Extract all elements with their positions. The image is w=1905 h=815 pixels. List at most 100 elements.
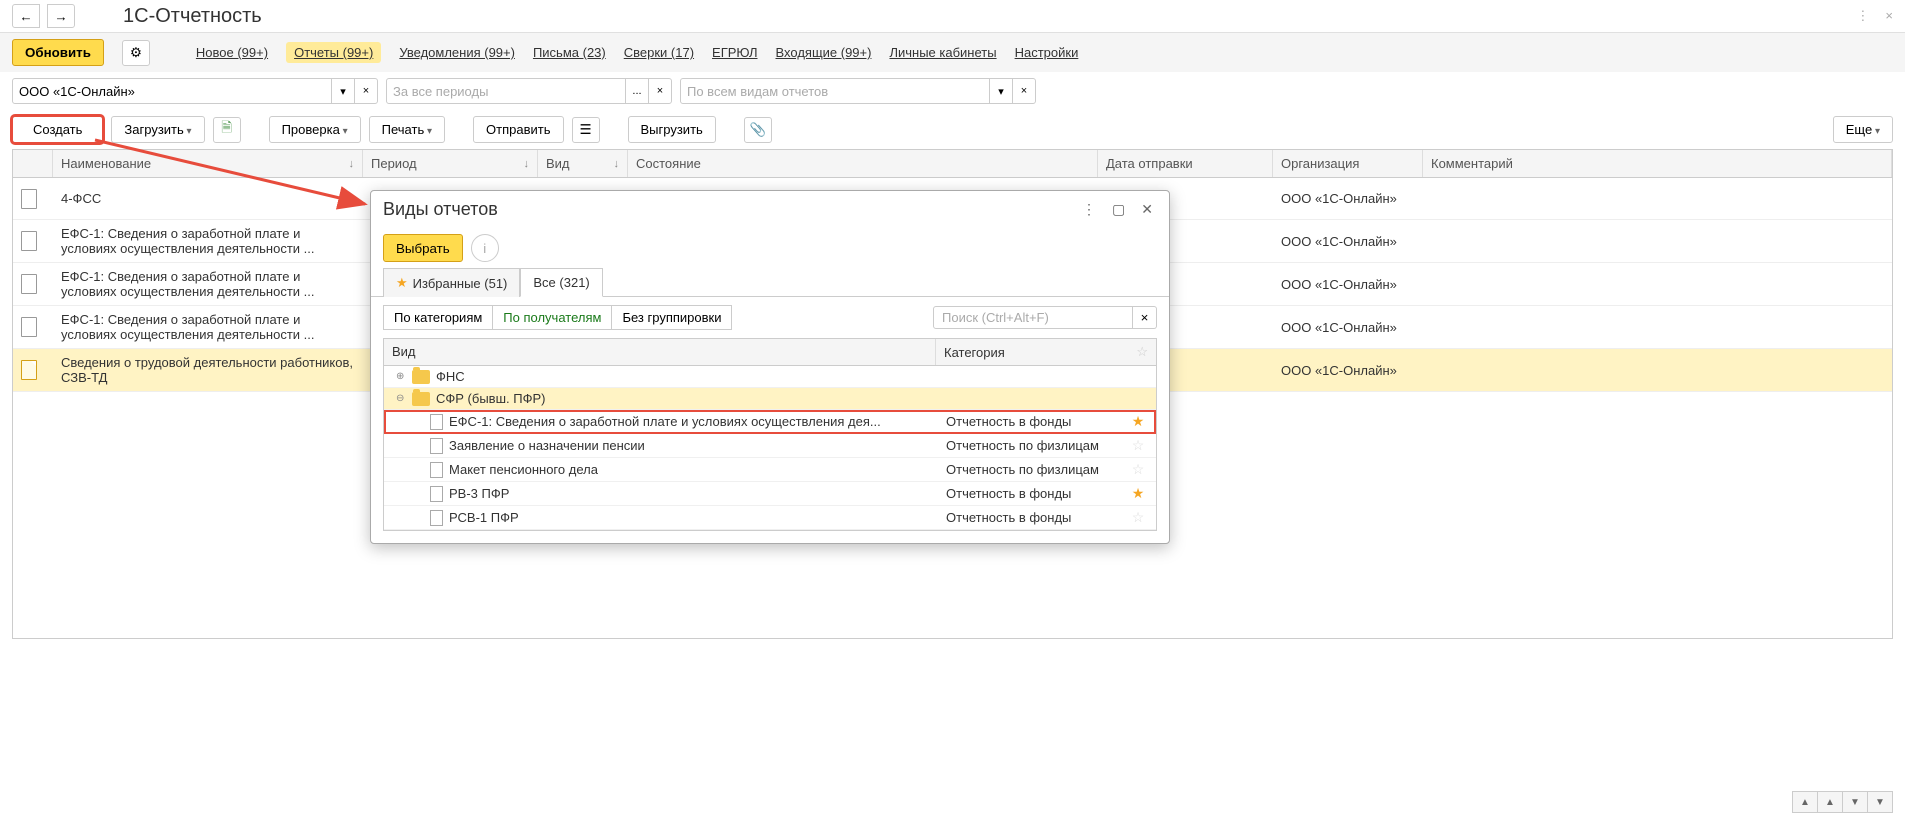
tree-item[interactable]: ЕФС-1: Сведения о заработной плате и усл… [384, 410, 1156, 434]
header-actions: ⋮ × [1856, 8, 1893, 24]
star-outline-icon[interactable]: ☆ [1136, 344, 1148, 360]
load-button[interactable]: Загрузить [111, 116, 204, 143]
favorite-star-icon[interactable]: ★ [1128, 485, 1148, 502]
action-bar: Создать Загрузить 🗎 Проверка Печать Отпр… [0, 110, 1905, 149]
subtab-recipients[interactable]: По получателям [492, 305, 612, 330]
type-dropdown-button[interactable]: ▾ [989, 78, 1013, 104]
file-icon [430, 438, 443, 454]
modal-col-type[interactable]: Вид [384, 339, 936, 365]
modal-col-category[interactable]: Категория ☆ [936, 339, 1156, 365]
settings-button[interactable]: ⚙ [122, 40, 150, 66]
col-type[interactable]: Вид↓ [538, 150, 628, 177]
more-icon[interactable]: ⋮ [1856, 8, 1869, 24]
nav-back-button[interactable]: ← [12, 4, 40, 28]
type-clear-button[interactable]: × [1012, 78, 1036, 104]
cell-org: ООО «1С-Онлайн» [1273, 349, 1423, 391]
tree-item[interactable]: Макет пенсионного делаОтчетность по физл… [384, 458, 1156, 482]
tree-category: Отчетность в фонды [938, 414, 1128, 429]
tab-settings[interactable]: Настройки [1015, 45, 1079, 60]
tab-reports[interactable]: Отчеты (99+) [286, 42, 381, 63]
tab-all[interactable]: Все (321) [520, 268, 602, 297]
check-button[interactable]: Проверка [269, 116, 361, 143]
col-period[interactable]: Период↓ [363, 150, 538, 177]
list-button[interactable]: ☰ [572, 117, 600, 143]
sort-arrow-icon: ↓ [614, 158, 620, 170]
tree-folder[interactable]: ⊖ СФР (бывш. ПФР) [384, 388, 1156, 410]
reload-file-button[interactable]: 🗎 [213, 117, 241, 143]
tree-category: Отчетность в фонды [938, 510, 1128, 525]
tree-label: СФР (бывш. ПФР) [436, 391, 938, 406]
col-name[interactable]: Наименование↓ [53, 150, 363, 177]
scroll-top-button[interactable]: ▲ [1792, 791, 1818, 813]
col-comment[interactable]: Комментарий [1423, 150, 1892, 177]
select-button[interactable]: Выбрать [383, 234, 463, 262]
modal-tree-body: ⊕ФНС ⊖ СФР (бывш. ПФР) ЕФС-1: Сведения о за… [384, 366, 1156, 530]
scroll-bottom-button[interactable]: ▼ [1867, 791, 1893, 813]
col-sent[interactable]: Дата отправки [1098, 150, 1273, 177]
modal-maximize-icon[interactable]: ▢ [1108, 199, 1129, 220]
col-icon[interactable] [13, 150, 53, 177]
export-button[interactable]: Выгрузить [628, 116, 716, 143]
print-button[interactable]: Печать [369, 116, 445, 143]
favorite-star-icon[interactable]: ★ [1128, 413, 1148, 430]
file-icon [430, 414, 443, 430]
gear-icon: ⚙ [130, 45, 142, 61]
tab-letters[interactable]: Письма (23) [533, 45, 606, 60]
tab-new[interactable]: Новое (99+) [196, 45, 268, 60]
org-filter-input[interactable] [12, 78, 332, 104]
close-icon[interactable]: × [1885, 8, 1893, 24]
footer-nav: ▲ ▲ ▼ ▼ [1793, 791, 1893, 813]
expand-icon[interactable]: ⊖ [396, 393, 408, 404]
favorite-star-icon[interactable]: ☆ [1128, 437, 1148, 454]
attach-button[interactable]: 📎 [744, 117, 772, 143]
type-filter-input[interactable] [680, 78, 990, 104]
period-filter-input[interactable] [386, 78, 626, 104]
tab-incoming[interactable]: Входящие (99+) [776, 45, 872, 60]
tree-item[interactable]: Заявление о назначении пенсииОтчетность … [384, 434, 1156, 458]
tree-category: Отчетность по физлицам [938, 462, 1128, 477]
tab-egrul[interactable]: ЕГРЮЛ [712, 45, 757, 60]
nav-forward-button[interactable]: → [47, 4, 75, 28]
tab-cabinets[interactable]: Личные кабинеты [889, 45, 996, 60]
cell-name: ЕФС-1: Сведения о заработной плате и усл… [53, 220, 363, 262]
tree-label: Макет пенсионного дела [449, 462, 938, 477]
favorite-star-icon[interactable]: ☆ [1128, 461, 1148, 478]
period-select-button[interactable]: ... [625, 78, 649, 104]
tree-item[interactable]: РВ-3 ПФРОтчетность в фонды★ [384, 482, 1156, 506]
col-org[interactable]: Организация [1273, 150, 1423, 177]
document-icon [21, 274, 37, 294]
modal-header: Виды отчетов ⋮ ▢ ✕ [371, 191, 1169, 228]
sort-arrow-icon: ↓ [349, 158, 355, 170]
create-button[interactable]: Создать [12, 116, 103, 143]
expand-icon[interactable]: ⊕ [396, 371, 408, 382]
search-clear-button[interactable]: × [1133, 306, 1157, 329]
favorite-star-icon[interactable]: ☆ [1128, 509, 1148, 526]
modal-more-icon[interactable]: ⋮ [1078, 199, 1100, 220]
subtab-none[interactable]: Без группировки [611, 305, 732, 330]
search-input[interactable] [933, 306, 1133, 329]
tab-reconciliations[interactable]: Сверки (17) [624, 45, 694, 60]
org-dropdown-button[interactable]: ▾ [331, 78, 355, 104]
more-button[interactable]: Еще [1833, 116, 1893, 143]
tree-item[interactable]: РСВ-1 ПФРОтчетность в фонды☆ [384, 506, 1156, 530]
info-button[interactable]: i [471, 234, 499, 262]
tree-folder[interactable]: ⊕ФНС [384, 366, 1156, 388]
refresh-button[interactable]: Обновить [12, 39, 104, 66]
star-icon: ★ [396, 275, 408, 291]
tab-favorites[interactable]: ★ Избранные (51) [383, 268, 520, 297]
tab-notifications[interactable]: Уведомления (99+) [399, 45, 515, 60]
period-clear-button[interactable]: × [648, 78, 672, 104]
scroll-up-button[interactable]: ▲ [1817, 791, 1843, 813]
tree-label: РВ-3 ПФР [449, 486, 938, 501]
tree-category: Отчетность в фонды [938, 486, 1128, 501]
tree-label: РСВ-1 ПФР [449, 510, 938, 525]
info-icon: i [483, 241, 486, 256]
subtab-categories[interactable]: По категориям [383, 305, 493, 330]
scroll-down-button[interactable]: ▼ [1842, 791, 1868, 813]
col-state[interactable]: Состояние [628, 150, 1098, 177]
send-button[interactable]: Отправить [473, 116, 563, 143]
document-icon [21, 189, 37, 209]
paperclip-icon: 📎 [750, 122, 767, 138]
modal-close-icon[interactable]: ✕ [1137, 199, 1157, 220]
org-clear-button[interactable]: × [354, 78, 378, 104]
